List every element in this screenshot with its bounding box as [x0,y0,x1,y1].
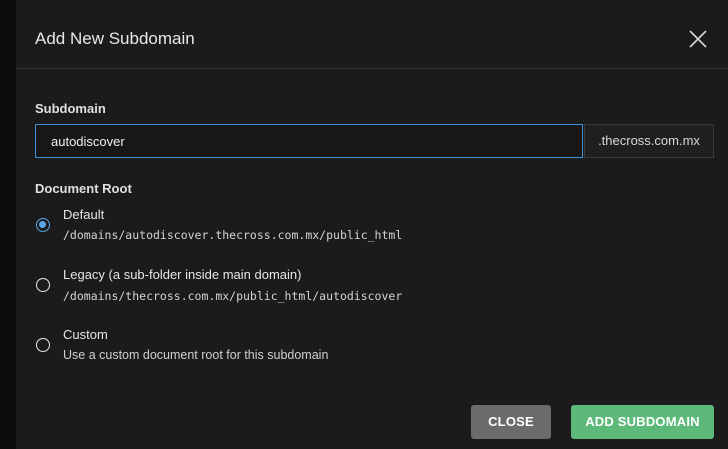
doc-root-option-legacy[interactable]: Legacy (a sub-folder inside main domain)… [35,267,435,307]
option-path: /domains/thecross.com.mx/public_html/aut… [63,289,403,303]
domain-suffix: .thecross.com.mx [584,124,714,158]
subdomain-label: Subdomain [35,101,106,116]
dialog-title: Add New Subdomain [35,29,195,48]
add-subdomain-button[interactable]: ADD SUBDOMAIN [571,405,714,439]
document-root-label: Document Root [35,181,132,196]
close-icon[interactable] [688,29,708,49]
option-path: /domains/autodiscover.thecross.com.mx/pu… [63,228,403,242]
close-button[interactable]: CLOSE [471,405,551,439]
page-backdrop [0,0,16,449]
doc-root-option-custom[interactable]: Custom Use a custom document root for th… [35,327,435,367]
dialog-header: Add New Subdomain [16,0,728,69]
option-title: Default [63,207,105,222]
option-title: Custom [63,327,108,342]
add-subdomain-dialog: Add New Subdomain Subdomain .thecross.co… [16,0,728,449]
option-title: Legacy (a sub-folder inside main domain) [63,267,302,282]
radio-custom[interactable] [36,338,50,352]
radio-legacy[interactable] [36,278,50,292]
doc-root-option-default[interactable]: Default /domains/autodiscover.thecross.c… [35,206,435,246]
option-description: Use a custom document root for this subd… [63,348,329,362]
radio-default[interactable] [36,218,50,232]
subdomain-input-wrapper [35,124,583,158]
subdomain-input[interactable] [36,125,582,157]
